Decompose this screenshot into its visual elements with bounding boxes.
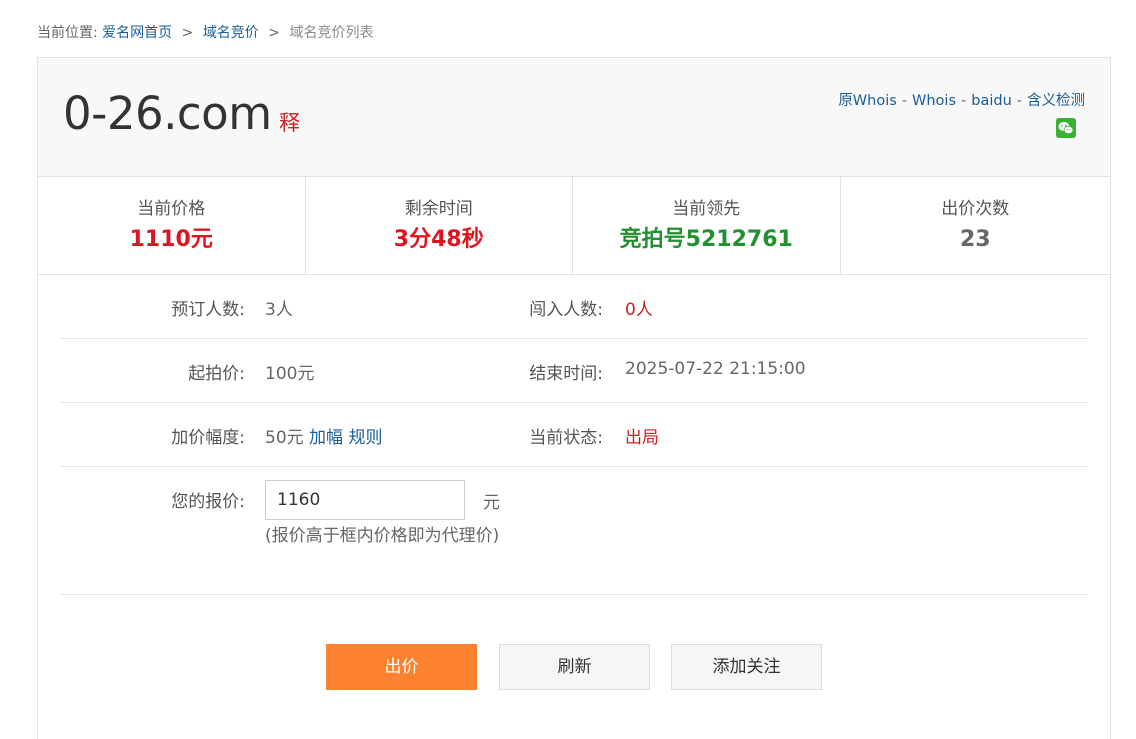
time-left-value: 3分48秒 <box>393 227 484 252</box>
breadcrumb-section-link[interactable]: 域名竞价 <box>203 25 259 41</box>
start-price-label: 起拍价: <box>188 364 245 384</box>
detail-row: 加价幅度: 50元 加幅 规则 当前状态: 出局 <box>60 403 1088 467</box>
breadcrumb-prefix: 当前位置: <box>37 25 98 41</box>
status-value: 出局 <box>625 428 659 448</box>
breadcrumb-separator: > <box>268 25 280 41</box>
detail-row: 预订人数: 3人 闯入人数: 0人 <box>60 275 1088 339</box>
current-leader-value: 竞拍号5212761 <box>619 227 793 252</box>
domain-header: 0-26.com 释 原Whois - Whois - baidu - 含义检测 <box>38 58 1110 177</box>
baidu-link[interactable]: baidu <box>971 93 1012 109</box>
breadcrumb: 当前位置: 爱名网首页 > 域名竞价 > 域名竞价列表 <box>37 22 373 42</box>
bid-hint: (报价高于框内价格即为代理价) <box>265 526 500 546</box>
auction-stats: 当前价格 1110元 剩余时间 3分48秒 当前领先 竞拍号5212761 出价… <box>38 177 1110 275</box>
bid-count-stat: 出价次数 23 <box>841 177 1111 274</box>
add-follow-button[interactable]: 添加关注 <box>671 644 822 690</box>
bid-label: 您的报价: <box>171 492 245 512</box>
domain-meaning-link[interactable]: 释 <box>279 107 300 137</box>
link-separator: - <box>901 93 908 109</box>
increment-value-group: 50元 加幅 规则 <box>265 423 382 448</box>
current-leader-stat: 当前领先 竞拍号5212761 <box>573 177 841 274</box>
bid-count-value: 23 <box>959 227 991 252</box>
enter-count-label: 闯入人数: <box>529 300 603 320</box>
bid-amount-input[interactable] <box>265 480 465 520</box>
increment-link[interactable]: 加幅 <box>309 428 343 448</box>
meaning-check-link[interactable]: 含义检测 <box>1027 93 1085 109</box>
breadcrumb-separator: > <box>181 25 194 41</box>
end-time-value: 2025-07-22 21:15:00 <box>625 359 806 379</box>
link-separator: - <box>1016 93 1022 109</box>
reserve-count-label: 预订人数: <box>171 300 245 320</box>
original-whois-link[interactable]: 原Whois <box>838 93 896 109</box>
stat-label: 当前价格 <box>137 199 206 219</box>
rules-link[interactable]: 规则 <box>348 428 382 448</box>
end-time-label: 结束时间: <box>529 364 603 384</box>
enter-count-value: 0人 <box>625 300 653 320</box>
status-label: 当前状态: <box>529 428 603 448</box>
breadcrumb-home-link[interactable]: 爱名网首页 <box>102 25 172 41</box>
start-price-value: 100元 <box>265 364 315 384</box>
stat-label: 剩余时间 <box>404 199 473 219</box>
bid-unit: 元 <box>483 493 500 513</box>
link-separator: - <box>961 93 967 109</box>
detail-row: 起拍价: 100元 结束时间: 2025-07-22 21:15:00 <box>60 339 1088 403</box>
stat-label: 出价次数 <box>941 199 1010 219</box>
domain-name: 0-26.com <box>63 87 272 140</box>
current-price-value: 1110元 <box>129 227 213 252</box>
wechat-share-icon[interactable] <box>1056 118 1076 138</box>
domain-tool-links: 原Whois - Whois - baidu - 含义检测 <box>838 89 1085 110</box>
auction-details: 预订人数: 3人 闯入人数: 0人 起拍价: 100元 结束时间: 2025-0… <box>60 275 1088 595</box>
time-left-stat: 剩余时间 3分48秒 <box>306 177 573 274</box>
breadcrumb-current: 域名竞价列表 <box>289 25 374 41</box>
refresh-button[interactable]: 刷新 <box>499 644 650 690</box>
increment-value: 50元 <box>265 428 304 448</box>
bid-button[interactable]: 出价 <box>326 644 477 690</box>
bid-row: 您的报价: 元 (报价高于框内价格即为代理价) <box>60 467 1088 595</box>
auction-panel: 0-26.com 释 原Whois - Whois - baidu - 含义检测 当前价格 … <box>37 57 1111 739</box>
stat-label: 当前领先 <box>672 199 741 219</box>
reserve-count-value: 3人 <box>265 300 293 320</box>
increment-label: 加价幅度: <box>171 428 245 448</box>
whois-link[interactable]: Whois <box>912 93 956 109</box>
current-price-stat: 当前价格 1110元 <box>38 177 306 274</box>
